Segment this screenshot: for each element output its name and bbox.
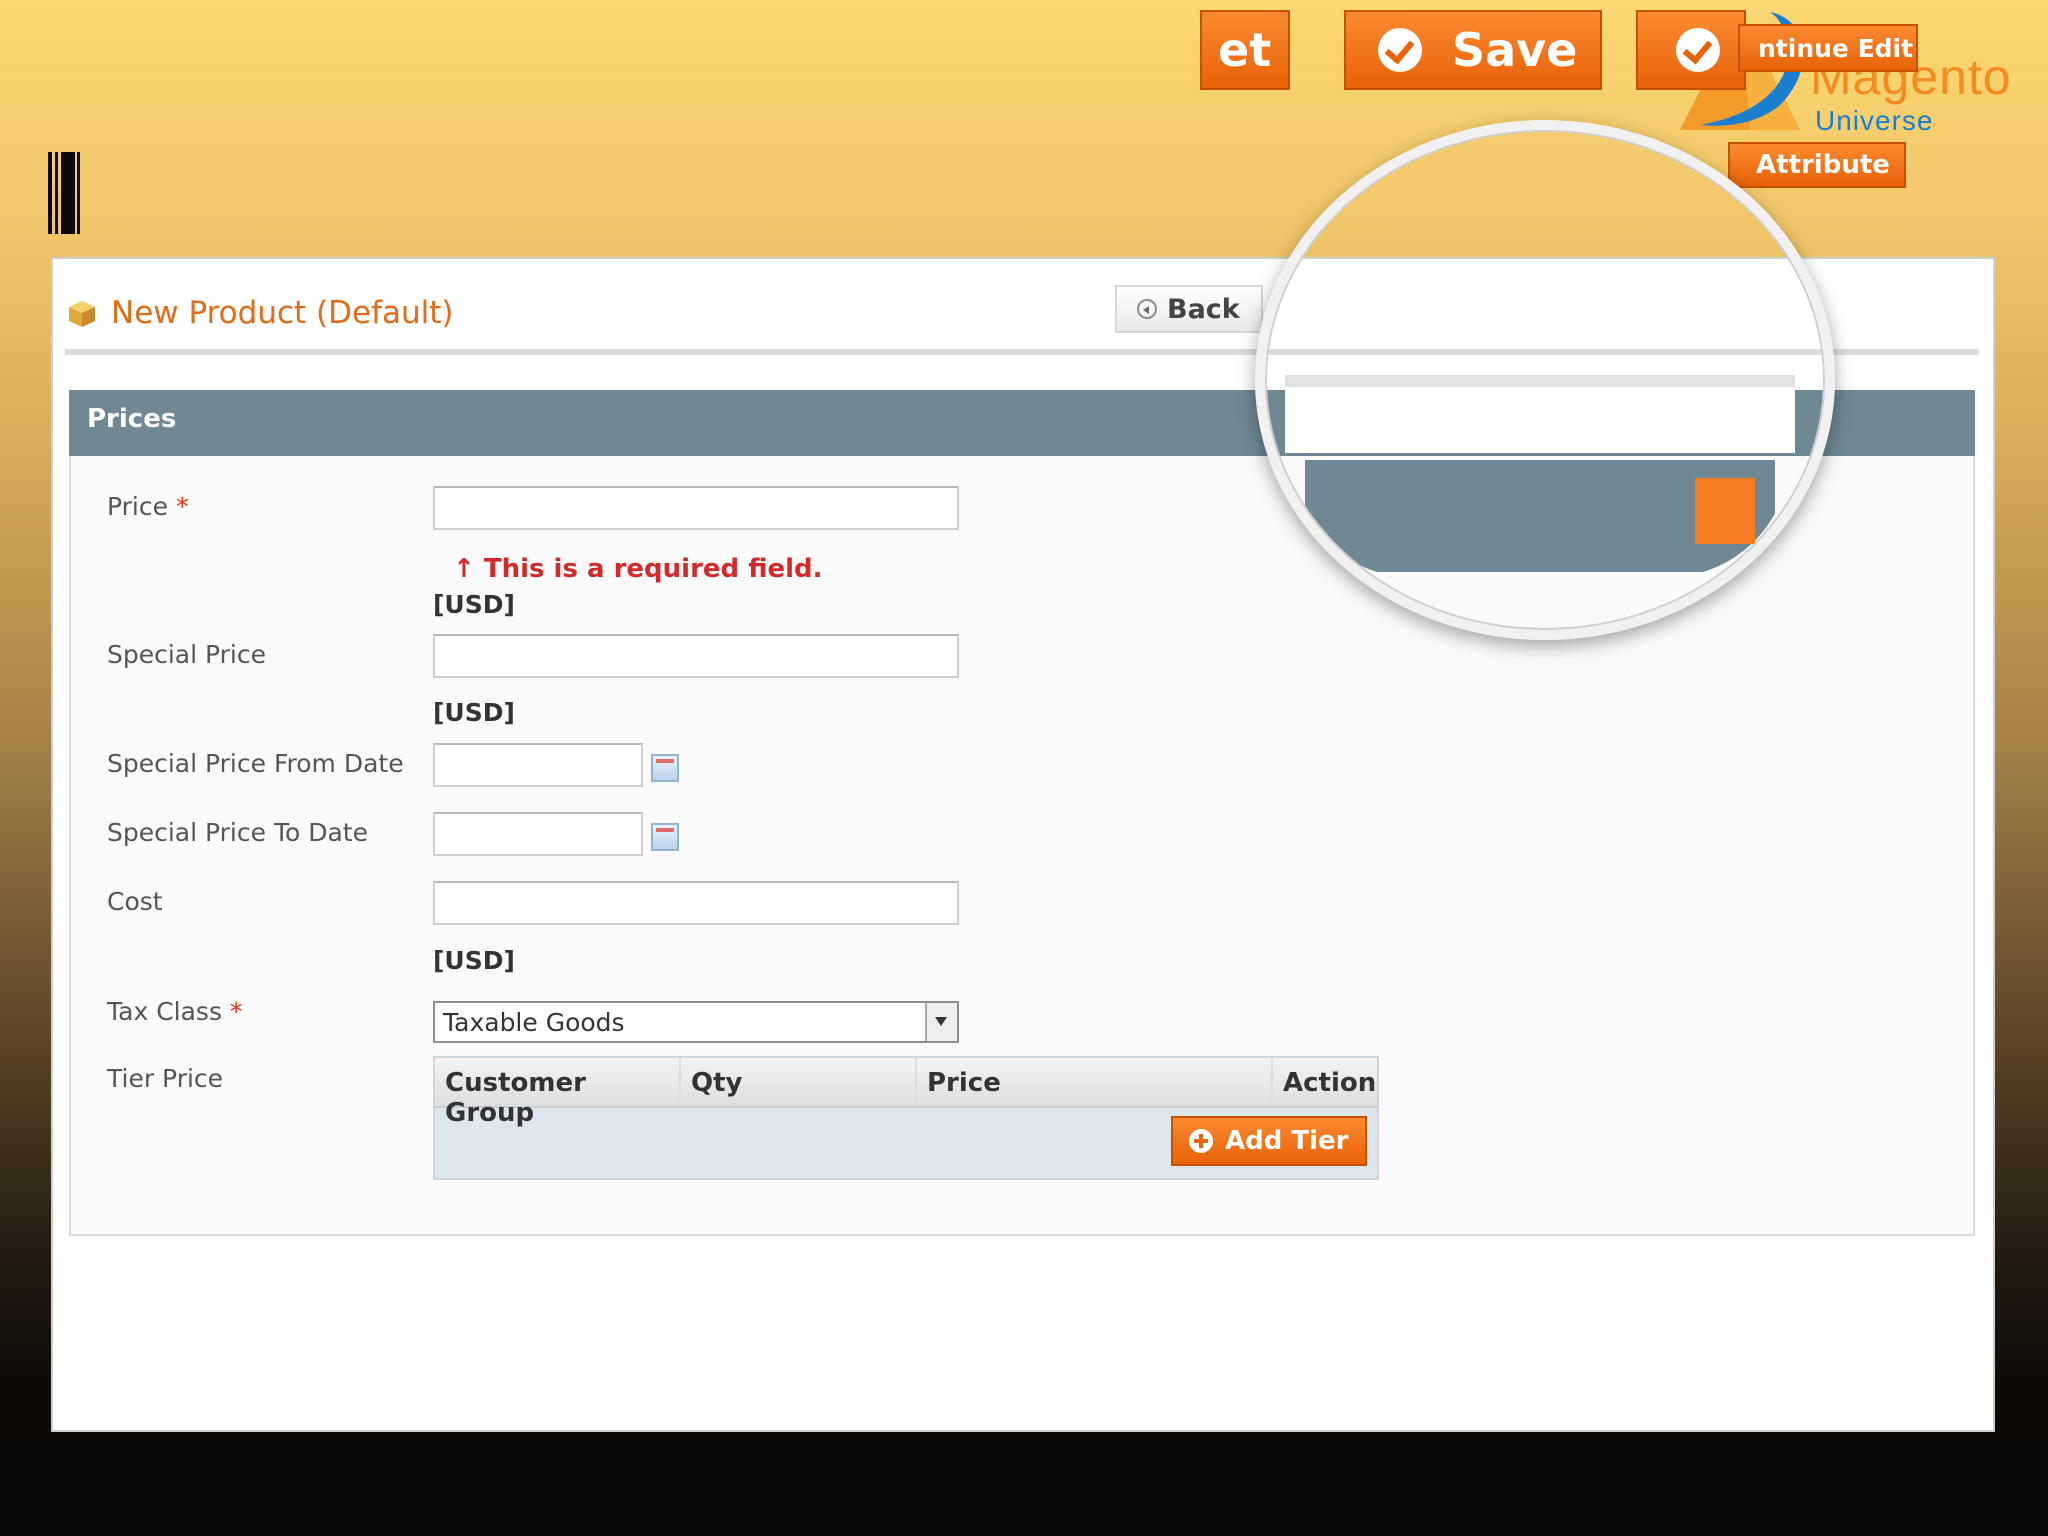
- back-arrow-icon: [1137, 299, 1157, 319]
- save-button-label: Save: [1452, 23, 1578, 77]
- column-customer-group: Customer Group: [435, 1058, 681, 1128]
- special-from-date-label: Special Price From Date: [107, 749, 404, 778]
- cost-input[interactable]: [433, 881, 959, 925]
- lens-white-area: [1285, 387, 1795, 453]
- barcode-icon: [48, 152, 80, 234]
- logo-subtitle: Universe: [1815, 105, 1934, 136]
- page-title: New Product (Default): [111, 295, 454, 331]
- tax-class-selected: Taxable Goods: [443, 1008, 625, 1037]
- calendar-icon[interactable]: [651, 823, 679, 851]
- plus-icon: [1189, 1129, 1213, 1153]
- tax-class-label: Tax Class *: [107, 997, 243, 1026]
- column-qty: Qty: [681, 1058, 917, 1106]
- cost-currency: [USD]: [433, 946, 515, 975]
- special-price-currency: [USD]: [433, 698, 515, 727]
- price-error-message: ↑ This is a required field.: [453, 554, 823, 584]
- package-icon: [69, 301, 95, 327]
- chevron-down-icon[interactable]: [925, 1003, 957, 1041]
- save-and-continue-button[interactable]: ntinue Edit: [1738, 24, 1918, 72]
- add-tier-button[interactable]: Add Tier: [1171, 1116, 1367, 1166]
- required-marker: *: [229, 997, 243, 1026]
- special-from-date-input[interactable]: [433, 743, 643, 787]
- reset-button-label: et: [1218, 23, 1272, 77]
- tier-price-label: Tier Price: [107, 1064, 224, 1093]
- column-price: Price: [917, 1058, 1273, 1106]
- special-price-input[interactable]: [433, 634, 959, 678]
- price-input[interactable]: [433, 486, 959, 530]
- lens-divider: [1285, 375, 1795, 387]
- add-tier-label: Add Tier: [1225, 1126, 1349, 1156]
- price-currency: [USD]: [433, 590, 515, 619]
- price-label: Price *: [107, 492, 189, 521]
- lens-orange-button-fragment: [1695, 478, 1755, 544]
- reset-button[interactable]: et: [1200, 10, 1290, 90]
- page-header: New Product (Default) Back: [65, 285, 1979, 355]
- cost-label: Cost: [107, 887, 163, 916]
- add-attribute-label: Attribute: [1756, 150, 1890, 180]
- up-arrow-icon: ↑: [453, 554, 475, 584]
- section-title: Prices: [87, 404, 177, 434]
- calendar-icon[interactable]: [651, 754, 679, 782]
- special-price-label: Special Price: [107, 640, 267, 669]
- check-icon: [1378, 28, 1422, 72]
- save-continue-icon-button[interactable]: [1636, 10, 1746, 90]
- back-button[interactable]: Back: [1115, 285, 1263, 333]
- check-icon: [1676, 28, 1720, 72]
- required-marker: *: [175, 492, 189, 521]
- column-action: Action: [1283, 1068, 1377, 1098]
- tier-price-table: Customer Group Qty Price Action Add Tier: [433, 1056, 1379, 1180]
- save-button[interactable]: Save: [1344, 10, 1602, 90]
- special-to-date-input[interactable]: [433, 812, 643, 856]
- tier-price-header-row: Customer Group Qty Price Action: [435, 1058, 1377, 1128]
- back-button-label: Back: [1167, 293, 1240, 325]
- tax-class-select[interactable]: Taxable Goods: [433, 1001, 959, 1043]
- add-attribute-button[interactable]: Attribute: [1728, 142, 1906, 188]
- special-to-date-label: Special Price To Date: [107, 818, 368, 847]
- bottom-band: [0, 1440, 2048, 1536]
- save-continue-label: ntinue Edit: [1758, 33, 1914, 63]
